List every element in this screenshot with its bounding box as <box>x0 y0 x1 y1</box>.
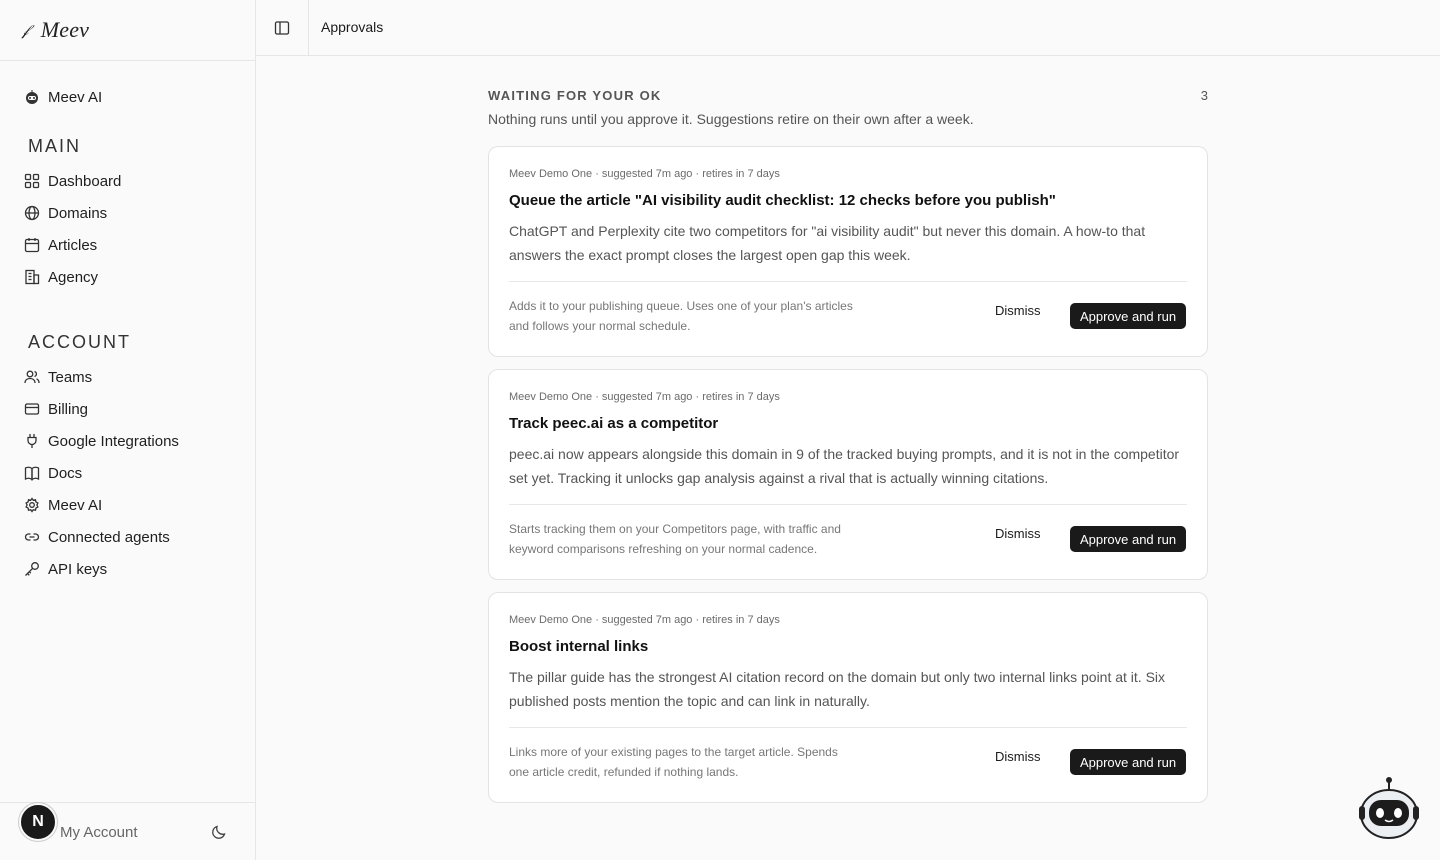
sidebar-item-dashboard[interactable]: Dashboard <box>24 167 121 195</box>
sidebar-item-meev-ai-top[interactable]: Meev AI <box>24 83 102 111</box>
sidebar-item-docs[interactable]: Docs <box>24 459 82 487</box>
calendar-icon <box>24 238 40 253</box>
sidebar-item-label: Docs <box>48 464 83 482</box>
divider <box>509 504 1187 505</box>
quill-icon: 𝒻 <box>22 21 29 39</box>
credit-card-icon <box>24 403 40 415</box>
sidebar-toggle-icon[interactable] <box>274 20 290 36</box>
link-icon <box>24 533 40 541</box>
card-meta: Meev Demo One · suggested 7m ago · retir… <box>509 391 780 403</box>
section-subtitle: Nothing runs until you approve it. Sugge… <box>488 111 974 127</box>
sidebar-item-meev-ai[interactable]: Meev AI <box>24 491 102 519</box>
topbar: Approvals <box>256 0 1440 56</box>
divider <box>509 281 1187 282</box>
pending-count: 3 <box>1200 88 1208 103</box>
sidebar-item-label: Articles <box>48 236 98 254</box>
section-label-main: MAIN <box>28 136 81 156</box>
sidebar-item-label: API keys <box>48 560 108 578</box>
page-title: Approvals <box>321 19 384 35</box>
dismiss-button[interactable]: Dismiss <box>995 303 1041 318</box>
moon-icon[interactable] <box>211 824 227 840</box>
card-note: Starts tracking them on your Competitors… <box>509 522 841 556</box>
approvals-header: WAITING FOR YOUR OK 3 Nothing runs until… <box>488 88 1208 127</box>
plug-icon <box>27 434 37 448</box>
account-bar: N My Account <box>0 802 255 860</box>
card-note: Links more of your existing pages to the… <box>509 745 838 779</box>
robot-icon <box>26 90 38 104</box>
card-note: Adds it to your publishing queue. Uses o… <box>509 299 853 333</box>
sidebar-item-label: Dashboard <box>48 172 122 190</box>
card-description: The pillar guide has the strongest AI ci… <box>509 669 1166 709</box>
grid-icon <box>24 173 40 189</box>
sidebar-item-label: Agency <box>48 268 99 286</box>
approve-and-run-button[interactable]: Approve and run <box>1070 526 1186 552</box>
sidebar-item-teams[interactable]: Teams <box>24 363 92 391</box>
card-title: Queue the article "AI visibility audit c… <box>509 192 1056 209</box>
approval-card: Meev Demo One · suggested 7m ago · retir… <box>488 146 1208 357</box>
sidebar-item-api-keys[interactable]: API keys <box>24 555 107 583</box>
sidebar-item-label: Meev AI <box>48 88 103 106</box>
sidebar-item-connected-agents[interactable]: Connected agents <box>24 523 170 551</box>
sidebar-item-agency[interactable]: Agency <box>24 263 98 291</box>
card-description: peec.ai now appears alongside this domai… <box>509 446 1180 486</box>
sidebar-item-google-integrations[interactable]: Google Integrations <box>24 427 179 455</box>
gear-icon <box>25 497 39 513</box>
card-meta: Meev Demo One · suggested 7m ago · retir… <box>509 614 780 626</box>
section-heading: WAITING FOR YOUR OK <box>488 88 662 103</box>
sidebar-item-domains[interactable]: Domains <box>24 199 107 227</box>
sidebar-item-label: Google Integrations <box>48 432 179 450</box>
approve-and-run-button[interactable]: Approve and run <box>1070 303 1186 329</box>
users-icon <box>24 370 40 384</box>
building-icon <box>25 269 40 285</box>
approve-and-run-button[interactable]: Approve and run <box>1070 749 1186 775</box>
divider <box>509 727 1187 728</box>
sidebar-item-label: Teams <box>48 368 93 386</box>
avatar[interactable]: N <box>19 803 57 841</box>
sidebar-item-articles[interactable]: Articles <box>24 231 97 259</box>
brand[interactable]: 𝒻 Meev <box>0 0 255 61</box>
card-title: Track peec.ai as a competitor <box>509 415 719 432</box>
sidebar: 𝒻 Meev Meev AI MAIN Dashboard Domains Ar… <box>0 0 256 860</box>
sidebar-item-billing[interactable]: Billing <box>24 395 88 423</box>
dismiss-button[interactable]: Dismiss <box>995 749 1041 764</box>
sidebar-item-label: Meev AI <box>48 496 103 514</box>
approval-card: Meev Demo One · suggested 7m ago · retir… <box>488 592 1208 803</box>
dismiss-button[interactable]: Dismiss <box>995 526 1041 541</box>
book-icon <box>24 466 40 481</box>
sidebar-item-label: Connected agents <box>48 528 170 546</box>
key-icon <box>25 562 39 576</box>
card-title: Boost internal links <box>509 638 649 655</box>
assistant-robot-icon[interactable] <box>1356 776 1422 840</box>
globe-icon <box>24 205 40 221</box>
sidebar-item-label: Billing <box>48 400 89 418</box>
card-description: ChatGPT and Perplexity cite two competit… <box>509 223 1146 263</box>
divider <box>308 0 309 56</box>
approval-card: Meev Demo One · suggested 7m ago · retir… <box>488 369 1208 580</box>
my-account-link[interactable]: My Account <box>60 824 138 841</box>
card-meta: Meev Demo One · suggested 7m ago · retir… <box>509 168 780 180</box>
sidebar-item-label: Domains <box>48 204 108 222</box>
section-label-account: ACCOUNT <box>28 332 131 352</box>
brand-name: Meev <box>40 17 90 42</box>
